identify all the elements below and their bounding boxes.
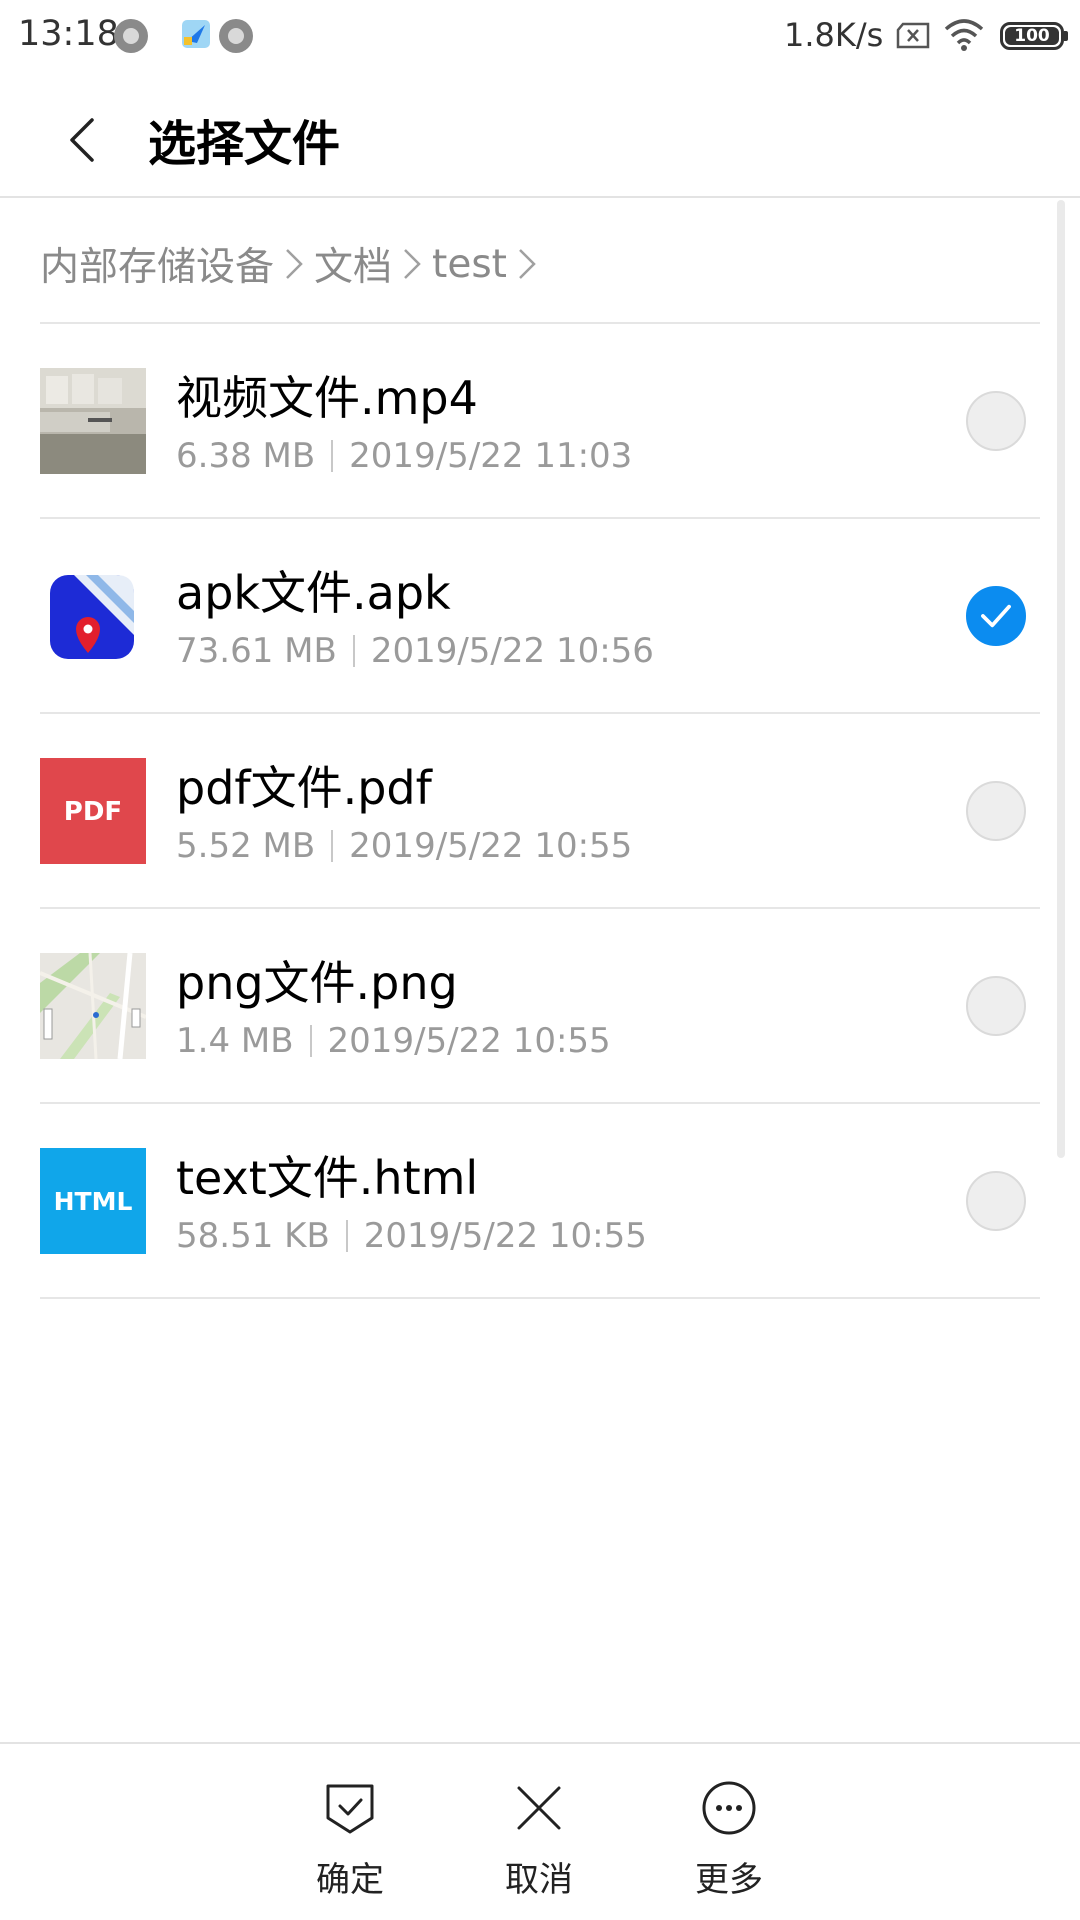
circle-notification-icon [114,19,148,53]
file-name: png文件.png [176,956,458,1010]
file-size: 58.51 KB [176,1216,330,1256]
select-checkbox[interactable] [966,976,1026,1036]
confirm-label: 确定 [316,1860,384,1900]
file-date: 2019/5/22 10:55 [327,1021,611,1061]
file-name: apk文件.apk [176,566,451,620]
chevron-right-icon [519,249,536,279]
status-bar: 13:18 1.8K/s 100 [0,0,1080,76]
network-speed: 1.8K/s [784,16,884,54]
video-thumbnail [40,368,146,474]
file-meta: 6.38 MB 2019/5/22 11:03 [176,436,632,476]
breadcrumb-item-internal-storage[interactable]: 内部存储设备 [40,236,274,292]
select-checkbox[interactable] [966,781,1026,841]
meta-divider [331,440,334,472]
shield-check-icon [326,1784,374,1834]
app-notification-icon [182,20,210,48]
checkmark-icon [981,604,1011,628]
file-row[interactable]: apk文件.apk 73.61 MB 2019/5/22 10:56 [40,519,1040,714]
scrollbar[interactable] [1057,200,1065,1158]
breadcrumb: 内部存储设备 文档 test [40,234,547,294]
meta-divider [352,635,355,667]
bottom-toolbar: 确定 取消 更多 [0,1742,1080,1920]
file-size: 73.61 MB [176,631,337,671]
pdf-icon: PDF [40,758,146,864]
file-list: 视频文件.mp4 6.38 MB 2019/5/22 11:03 apk文件.a… [40,322,1040,1299]
file-meta: 1.4 MB 2019/5/22 10:55 [176,1021,611,1061]
file-name: pdf文件.pdf [176,761,432,815]
file-date: 2019/5/22 10:56 [370,631,654,671]
confirm-button[interactable]: 确定 [290,1778,410,1901]
cancel-label: 取消 [505,1860,573,1900]
select-checkbox[interactable] [966,391,1026,451]
file-size: 1.4 MB [176,1021,294,1061]
file-date: 2019/5/22 10:55 [349,826,633,866]
file-size: 5.52 MB [176,826,316,866]
html-icon: HTML [40,1148,146,1254]
chevron-right-icon [286,249,303,279]
file-date: 2019/5/22 10:55 [363,1216,647,1256]
wifi-icon [944,19,984,51]
sim-x-icon [896,22,930,49]
meta-divider [345,1220,348,1252]
breadcrumb-item-documents[interactable]: 文档 [314,236,392,292]
file-size: 6.38 MB [176,436,316,476]
close-icon [517,1786,561,1830]
meta-divider [309,1025,312,1057]
file-meta: 73.61 MB 2019/5/22 10:56 [176,631,654,671]
title-bar: 选择文件 [0,76,1080,198]
battery-icon: 100 [1000,22,1068,50]
more-label: 更多 [695,1860,763,1900]
more-button[interactable]: 更多 [669,1778,789,1901]
back-button[interactable] [58,98,118,178]
circle-notification-icon [219,19,253,53]
file-date: 2019/5/22 11:03 [349,436,633,476]
meta-divider [331,830,334,862]
battery-level: 100 [1005,27,1059,45]
file-row[interactable]: HTML text文件.html 58.51 KB 2019/5/22 10:5… [40,1104,1040,1299]
file-row[interactable]: png文件.png 1.4 MB 2019/5/22 10:55 [40,909,1040,1104]
html-badge-text: HTML [54,1187,133,1216]
app-icon [50,575,134,659]
file-row[interactable]: 视频文件.mp4 6.38 MB 2019/5/22 11:03 [40,324,1040,519]
file-name: text文件.html [176,1151,479,1205]
breadcrumb-item-test[interactable]: test [432,242,507,287]
map-image-thumbnail [40,953,146,1059]
cancel-button[interactable]: 取消 [479,1778,599,1901]
page-title: 选择文件 [148,116,341,172]
file-row[interactable]: PDF pdf文件.pdf 5.52 MB 2019/5/22 10:55 [40,714,1040,909]
more-icon [702,1781,756,1835]
chevron-right-icon [404,249,421,279]
pdf-badge-text: PDF [64,797,122,827]
file-name: 视频文件.mp4 [176,371,478,425]
file-meta: 58.51 KB 2019/5/22 10:55 [176,1216,647,1256]
select-checkbox-checked[interactable] [966,586,1026,646]
status-time: 13:18 [18,14,119,54]
select-checkbox[interactable] [966,1171,1026,1231]
file-meta: 5.52 MB 2019/5/22 10:55 [176,826,632,866]
